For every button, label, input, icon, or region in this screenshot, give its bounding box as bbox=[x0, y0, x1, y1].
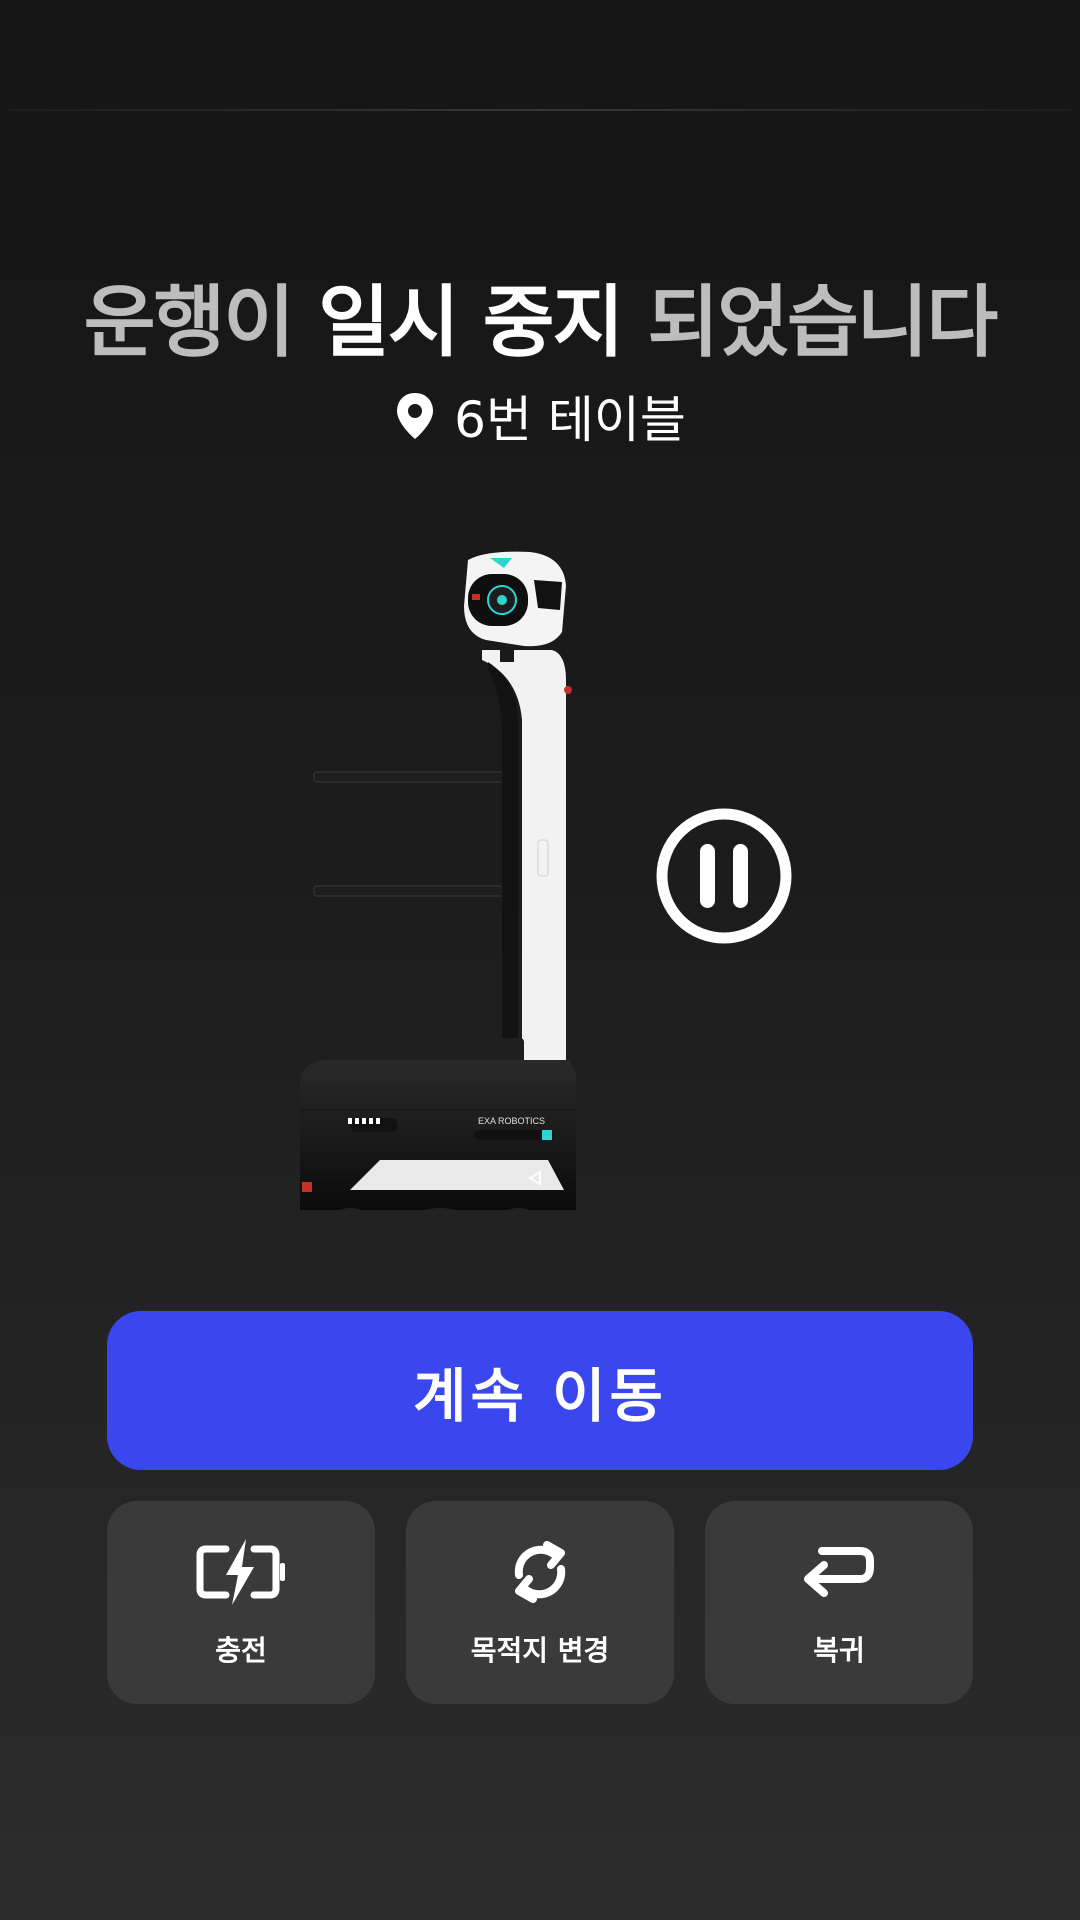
refresh-icon bbox=[495, 1537, 585, 1611]
title-prefix: 운행이 bbox=[83, 278, 295, 368]
top-divider bbox=[8, 109, 1072, 111]
location-pin-icon bbox=[394, 391, 436, 441]
pause-circle-icon bbox=[654, 806, 794, 946]
return-icon bbox=[794, 1537, 884, 1611]
title-suffix: 되었습니다 bbox=[647, 278, 998, 368]
charge-label: 충전 bbox=[215, 1633, 267, 1667]
return-label: 복귀 bbox=[813, 1633, 865, 1667]
page-title: 운행이 일시 중지 되었습니다 bbox=[0, 260, 1080, 372]
charge-button[interactable]: 충전 bbox=[107, 1501, 375, 1704]
continue-button-label: 계속 이동 bbox=[413, 1361, 667, 1430]
continue-button[interactable]: 계속 이동 bbox=[107, 1311, 973, 1470]
title-emphasis: 일시 중지 bbox=[318, 278, 624, 368]
location-label: 6번 테이블 bbox=[454, 391, 686, 449]
robot-brand-text: EXA ROBOTICS bbox=[478, 1116, 545, 1126]
location-row: 6번 테이블 bbox=[0, 380, 1080, 452]
return-button[interactable]: 복귀 bbox=[705, 1501, 973, 1704]
robot-illustration: EXA ROBOTICS bbox=[290, 550, 610, 1230]
change-destination-label: 목적지 변경 bbox=[470, 1633, 610, 1667]
action-bar: 충전 목적지 변경 복귀 bbox=[107, 1501, 973, 1704]
battery-charging-icon bbox=[196, 1537, 286, 1611]
change-destination-button[interactable]: 목적지 변경 bbox=[406, 1501, 674, 1704]
